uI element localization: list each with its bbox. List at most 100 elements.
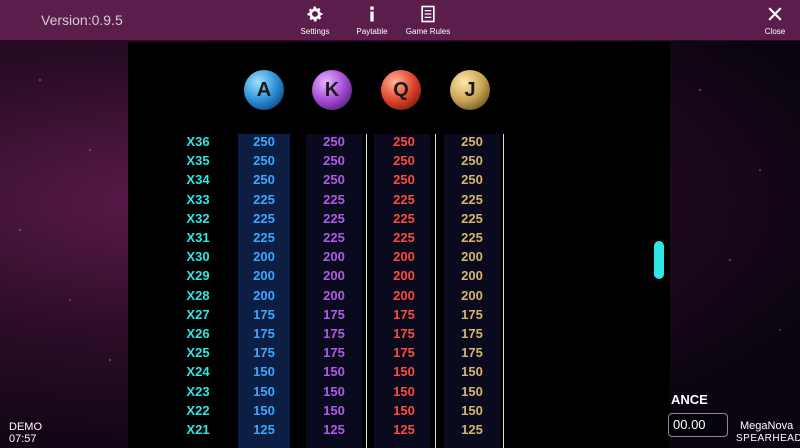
- document-icon: [421, 5, 435, 23]
- payout-cell-k: 150: [323, 364, 345, 380]
- table-row: X31 225 225 225 225: [128, 228, 670, 247]
- symbol-k-icon: K: [312, 70, 352, 110]
- payout-cell-q: 200: [393, 249, 415, 265]
- payout-cell-q: 225: [393, 230, 415, 245]
- balance-label: ANCE: [671, 392, 708, 407]
- payout-cell-k: 250: [323, 134, 345, 149]
- payout-cell-j: 225: [461, 210, 483, 226]
- close-label: Close: [764, 27, 786, 36]
- payout-cell-q: 225: [393, 191, 415, 207]
- multiplier-cell: X30: [186, 249, 210, 265]
- payout-cell-q: 225: [393, 210, 415, 226]
- payout-cell-j: 200: [461, 249, 483, 265]
- payout-cell-j: 125: [461, 422, 483, 437]
- settings-button[interactable]: Settings: [285, 4, 345, 40]
- payout-cell-k: 225: [323, 191, 345, 207]
- payout-cell-k: 150: [323, 402, 345, 418]
- payout-cell-j: 250: [461, 134, 483, 149]
- payout-cell-j: 250: [461, 153, 483, 169]
- game-logo-text: MegaNova: [740, 420, 794, 432]
- payout-cell-j: 200: [461, 287, 483, 303]
- payout-cell-q: 150: [393, 383, 415, 399]
- multiplier-cell: X35: [186, 153, 210, 169]
- multiplier-cell: X21: [186, 422, 210, 437]
- payout-cell-q: 175: [393, 326, 415, 341]
- multiplier-cell: X34: [186, 172, 210, 188]
- payout-cell-a: 225: [253, 210, 275, 226]
- game-rules-label: Game Rules: [405, 27, 451, 36]
- multiplier-cell: X36: [186, 134, 210, 149]
- payout-cell-q: 250: [393, 134, 415, 149]
- payout-cell-a: 150: [253, 364, 275, 380]
- table-row: X28 200 200 200 200: [128, 286, 670, 305]
- payout-cell-a: 250: [253, 134, 275, 149]
- payout-cell-k: 225: [323, 210, 345, 226]
- table-row: X30 200 200 200 200: [128, 247, 670, 266]
- table-row: X33 225 225 225 225: [128, 190, 670, 209]
- payout-cell-j: 150: [461, 364, 483, 380]
- game-rules-button[interactable]: Game Rules: [398, 4, 458, 40]
- demo-status: DEMO 07:57: [9, 421, 42, 445]
- table-row: X26 175 175 175 175: [128, 324, 670, 343]
- table-row: X34 250 250 250 250: [128, 170, 670, 189]
- multiplier-cell: X33: [186, 191, 210, 207]
- payout-cell-k: 175: [323, 326, 345, 341]
- payout-cell-k: 200: [323, 268, 345, 284]
- payout-cell-q: 150: [393, 364, 415, 380]
- settings-label: Settings: [300, 27, 330, 36]
- version-label: Version:0.9.5: [41, 12, 123, 28]
- payout-cell-k: 200: [323, 287, 345, 303]
- payout-cell-q: 250: [393, 172, 415, 188]
- table-row: X22 150 150 150 150: [128, 401, 670, 420]
- paytable-label: Paytable: [356, 27, 388, 36]
- payout-cell-j: 200: [461, 268, 483, 284]
- payout-cell-a: 125: [253, 422, 275, 437]
- paytable-button[interactable]: Paytable: [342, 4, 402, 40]
- payout-cell-a: 250: [253, 153, 275, 169]
- balance-value: 00.00: [668, 413, 728, 437]
- payout-cell-q: 175: [393, 345, 415, 361]
- payout-cell-q: 200: [393, 287, 415, 303]
- payout-cell-j: 225: [461, 230, 483, 245]
- payout-cell-k: 150: [323, 383, 345, 399]
- payout-cell-k: 200: [323, 249, 345, 265]
- demo-label: DEMO: [9, 421, 42, 433]
- symbol-header: A K Q J: [128, 70, 670, 114]
- payout-cell-a: 250: [253, 172, 275, 188]
- payout-cell-a: 175: [253, 306, 275, 322]
- multiplier-cell: X31: [186, 230, 210, 245]
- payout-cell-k: 175: [323, 345, 345, 361]
- payout-cell-j: 150: [461, 383, 483, 399]
- payout-cell-k: 125: [323, 422, 345, 437]
- top-bar: Version:0.9.5 Settings Paytable Game Rul…: [0, 0, 800, 41]
- payout-cell-j: 250: [461, 172, 483, 188]
- table-row: X36 250 250 250 250: [128, 132, 670, 151]
- payout-cell-a: 225: [253, 230, 275, 245]
- multiplier-cell: X26: [186, 326, 210, 341]
- company-logo-text: SPEARHEAD: [736, 433, 800, 444]
- symbol-j-icon: J: [450, 70, 490, 110]
- symbol-q-icon: Q: [381, 70, 421, 110]
- clock: 07:57: [9, 433, 37, 445]
- table-row: X23 150 150 150 150: [128, 382, 670, 401]
- close-icon: [768, 7, 782, 21]
- payout-cell-q: 150: [393, 402, 415, 418]
- payout-cell-a: 150: [253, 402, 275, 418]
- table-row: X25 175 175 175 175: [128, 343, 670, 362]
- table-row: X21 125 125 125 125: [128, 420, 670, 439]
- multiplier-cell: X23: [186, 383, 210, 399]
- table-row: X32 225 225 225 225: [128, 209, 670, 228]
- payout-cell-a: 175: [253, 326, 275, 341]
- close-button[interactable]: Close: [760, 4, 790, 40]
- payout-cell-a: 150: [253, 383, 275, 399]
- scrollbar-thumb[interactable]: [654, 241, 664, 279]
- payout-cell-j: 225: [461, 191, 483, 207]
- symbol-a-icon: A: [244, 70, 284, 110]
- multiplier-cell: X25: [186, 345, 210, 361]
- payout-cell-j: 175: [461, 345, 483, 361]
- payout-cell-j: 175: [461, 306, 483, 322]
- multiplier-cell: X29: [186, 268, 210, 284]
- payout-cell-a: 200: [253, 268, 275, 284]
- multiplier-cell: X24: [186, 364, 210, 380]
- payout-cell-a: 175: [253, 345, 275, 361]
